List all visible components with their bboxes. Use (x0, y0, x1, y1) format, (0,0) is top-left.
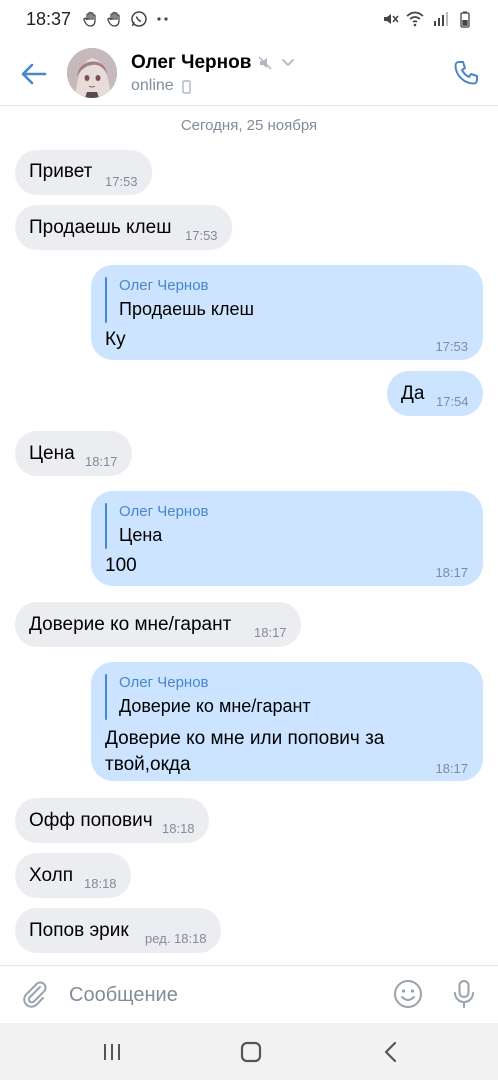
message-text: Офф попович (29, 810, 153, 831)
contact-name[interactable]: Олег Чернов (131, 52, 251, 74)
message-time: 18:17 (85, 454, 118, 469)
wifi-icon (406, 11, 424, 27)
reply-bar (105, 277, 107, 323)
message-text: Продаешь клеш (29, 217, 172, 238)
status-time: 18:37 (26, 9, 72, 29)
message-text: Попов эрик (29, 920, 129, 941)
message-time: 18:18 (162, 821, 195, 836)
chevron-down-icon[interactable] (281, 58, 295, 68)
incoming-message[interactable]: Привет 17:53 (15, 150, 152, 195)
avatar-image (67, 48, 117, 98)
back-nav-icon[interactable] (378, 1039, 404, 1065)
message-time: 18:17 (254, 625, 287, 640)
reply-author: Олег Чернов (119, 674, 209, 691)
emoji-smile-icon[interactable] (392, 978, 424, 1010)
message-text: Привет (29, 161, 93, 182)
hand-icon (83, 11, 96, 27)
reply-text: Доверие ко мне/гарант (119, 696, 311, 716)
outgoing-message[interactable]: Олег Чернов Продаешь клеш Ку 17:53 (91, 265, 483, 360)
message-text: Доверие ко мне/гарант (29, 614, 232, 635)
signal-icon (434, 12, 448, 26)
message-text: Ку (105, 329, 126, 350)
incoming-message[interactable]: Попов эрик ред. 18:18 (15, 908, 221, 953)
outgoing-message[interactable]: Да 17:54 (387, 371, 483, 416)
incoming-message[interactable]: Продаешь клеш 17:53 (15, 205, 232, 250)
reply-text: Продаешь клеш (119, 299, 254, 319)
recent-apps-icon[interactable] (99, 1039, 125, 1065)
notification-icons (82, 10, 172, 28)
message-input[interactable] (69, 982, 369, 1008)
incoming-message[interactable]: Доверие ко мне/гарант 18:17 (15, 602, 301, 647)
microphone-icon[interactable] (448, 978, 480, 1010)
message-time: 18:18 (84, 876, 117, 891)
phone-call-icon[interactable] (450, 57, 482, 89)
incoming-message[interactable]: Цена 18:17 (15, 431, 132, 476)
outgoing-message[interactable]: Олег Чернов Цена 100 18:17 (91, 491, 483, 586)
hand-icon (107, 11, 120, 27)
incoming-message[interactable]: Холп 18:18 (15, 853, 131, 898)
message-text: Цена (29, 443, 75, 464)
message-text: 100 (105, 555, 137, 576)
message-time: 18:17 (435, 565, 468, 580)
back-arrow-icon[interactable] (18, 58, 50, 90)
message-composer (0, 965, 498, 1023)
reply-author: Олег Чернов (119, 503, 209, 520)
reply-bar (105, 674, 107, 720)
home-icon[interactable] (238, 1039, 264, 1065)
online-status: online (131, 77, 174, 94)
incoming-message[interactable]: Офф попович 18:18 (15, 798, 209, 843)
date-separator: Сегодня, 25 ноября (180, 117, 318, 134)
reply-text: Цена (119, 525, 163, 545)
muted-icon (258, 56, 272, 70)
message-time: 17:53 (185, 228, 218, 243)
more-dots-icon (157, 17, 168, 21)
message-time: 17:53 (435, 339, 468, 354)
system-icons (381, 10, 474, 28)
message-time: ред. 18:18 (145, 931, 207, 946)
message-text: Холп (29, 865, 73, 886)
system-nav-bar (0, 1023, 498, 1080)
reply-author: Олег Чернов (119, 277, 209, 294)
message-time: 18:17 (435, 761, 468, 776)
chat-header: Олег Чернов online (0, 40, 498, 106)
paperclip-icon[interactable] (18, 978, 50, 1010)
status-bar: 18:37 (0, 0, 498, 40)
avatar[interactable] (67, 48, 117, 98)
message-time: 17:53 (105, 174, 138, 189)
message-text: Да (401, 383, 425, 404)
message-text: Доверие ко мне или попович за твой,окда (105, 728, 385, 775)
mobile-device-icon (182, 80, 191, 94)
mute-icon (384, 14, 399, 24)
message-time: 17:54 (436, 394, 469, 409)
reply-bar (105, 503, 107, 549)
battery-icon (460, 11, 470, 28)
outgoing-message[interactable]: Олег Чернов Доверие ко мне/гарант Довери… (91, 662, 483, 781)
whatsapp-icon (131, 11, 147, 27)
